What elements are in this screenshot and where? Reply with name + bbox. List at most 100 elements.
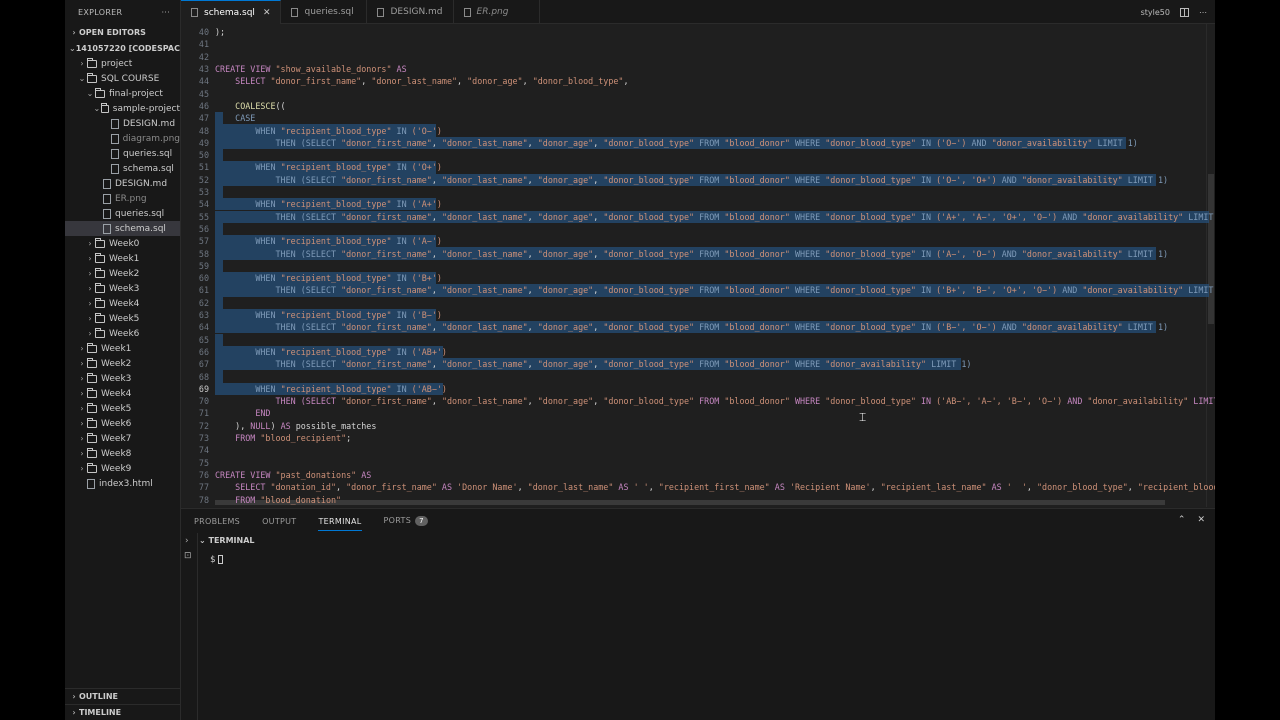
code-token: , xyxy=(593,248,604,259)
code-line[interactable]: 54 WHEN "recipient_blood_type" IN ('A+') xyxy=(181,198,1215,210)
code-line[interactable]: 64 THEN (SELECT "donor_first_name", "don… xyxy=(181,321,1215,333)
close-panel-icon[interactable]: ✕ xyxy=(1197,515,1205,525)
chevron-right-icon[interactable]: › xyxy=(185,536,189,546)
tree-folder[interactable]: › Week1 xyxy=(65,251,180,266)
code-line[interactable]: 60 WHEN "recipient_blood_type" IN ('B+') xyxy=(181,272,1215,284)
outline-section[interactable]: › OUTLINE xyxy=(65,688,180,704)
tree-folder[interactable]: › Week1 xyxy=(65,341,180,356)
tree-file[interactable]: queries.sql xyxy=(65,206,180,221)
editor-tab[interactable]: schema.sql ✕ xyxy=(181,0,282,24)
tree-folder[interactable]: › Week7 xyxy=(65,431,180,446)
maximize-panel-icon[interactable]: ⌃ xyxy=(1178,515,1186,525)
code-line[interactable]: 55 THEN (SELECT "donor_first_name", "don… xyxy=(181,211,1215,223)
code-line[interactable]: 62 xyxy=(181,297,1215,309)
editor-tab[interactable]: ER.png xyxy=(454,0,540,24)
tree-folder[interactable]: › Week9 xyxy=(65,461,180,476)
tree-folder[interactable]: ⌄ final-project xyxy=(65,86,180,101)
tree-file[interactable]: schema.sql xyxy=(65,161,180,176)
code-line[interactable]: 76 CREATE VIEW "past_donations" AS xyxy=(181,469,1215,481)
more-actions-icon[interactable]: ⋯ xyxy=(1199,8,1207,17)
code-line[interactable]: 48 WHEN "recipient_blood_type" IN ('O−') xyxy=(181,124,1215,136)
code-line[interactable]: 68 xyxy=(181,370,1215,382)
code-token: "donor_first_name" xyxy=(341,359,432,370)
code-line[interactable]: 56 xyxy=(181,223,1215,235)
code-line[interactable]: 61 THEN (SELECT "donor_first_name", "don… xyxy=(181,284,1215,296)
code-line[interactable]: 66 WHEN "recipient_blood_type" IN ('AB+'… xyxy=(181,346,1215,358)
tree-folder[interactable]: › Week0 xyxy=(65,236,180,251)
close-tab-icon[interactable]: ✕ xyxy=(263,8,271,18)
code-line[interactable]: 43 CREATE VIEW "show_available_donors" AS xyxy=(181,63,1215,75)
code-line[interactable]: 77 SELECT "donation_id", "donor_first_na… xyxy=(181,481,1215,493)
tree-folder[interactable]: › Week4 xyxy=(65,296,180,311)
tree-folder[interactable]: › Week5 xyxy=(65,311,180,326)
code-line[interactable]: 59 xyxy=(181,260,1215,272)
panel-tab[interactable]: PORTS 7 xyxy=(384,516,428,526)
code-line[interactable]: 41 xyxy=(181,38,1215,50)
code-line[interactable]: 74 xyxy=(181,444,1215,456)
workspace-section[interactable]: ⌄ 141057220 [CODESPAC... xyxy=(65,40,180,56)
code-line[interactable]: 42 xyxy=(181,51,1215,63)
timeline-section[interactable]: › TIMELINE xyxy=(65,704,180,720)
tree-folder[interactable]: › Week6 xyxy=(65,326,180,341)
code-line[interactable]: 73 FROM "blood_recipient"; xyxy=(181,432,1215,444)
tree-file[interactable]: queries.sql xyxy=(65,146,180,161)
code-line[interactable]: 47 CASE xyxy=(181,112,1215,124)
tree-folder[interactable]: › Week5 xyxy=(65,401,180,416)
code-line[interactable]: 65 xyxy=(181,334,1215,346)
code-line[interactable]: 50 xyxy=(181,149,1215,161)
tree-file[interactable]: diagram.png xyxy=(65,131,180,146)
code-editor[interactable]: 40); 41 42 43 CREATE VIEW "show_available_do… xyxy=(181,24,1215,507)
panel-tab[interactable]: TERMINAL xyxy=(318,517,362,531)
code-line[interactable]: 45 xyxy=(181,88,1215,100)
code-line[interactable]: 75 xyxy=(181,457,1215,469)
tree-folder[interactable]: › Week2 xyxy=(65,356,180,371)
code-line[interactable]: 63 WHEN "recipient_blood_type" IN ('B−') xyxy=(181,309,1215,321)
tree-file[interactable]: ER.png xyxy=(65,191,180,206)
code-line[interactable]: 71 END xyxy=(181,407,1215,419)
panel-tab[interactable]: OUTPUT xyxy=(262,517,296,526)
code-token: SELECT xyxy=(305,359,342,370)
code-line[interactable]: 53 xyxy=(181,186,1215,198)
tree-folder[interactable]: › Week6 xyxy=(65,416,180,431)
code-line[interactable]: 44 SELECT "donor_first_name", "donor_las… xyxy=(181,75,1215,87)
more-actions-icon[interactable]: ··· xyxy=(161,8,170,17)
code-token: "donor_last_name" xyxy=(441,285,528,296)
code-line[interactable]: 51 WHEN "recipient_blood_type" IN ('O+') xyxy=(181,161,1215,173)
code-line[interactable]: 58 THEN (SELECT "donor_first_name", "don… xyxy=(181,247,1215,259)
tree-folder[interactable]: ⌄ SQL COURSE xyxy=(65,71,180,86)
tree-file[interactable]: index3.html xyxy=(65,476,180,491)
style50-button[interactable]: style50 xyxy=(1141,8,1170,17)
panel-tab[interactable]: PROBLEMS xyxy=(194,517,240,526)
code-line[interactable]: 46 COALESCE(( xyxy=(181,100,1215,112)
tree-file[interactable]: schema.sql xyxy=(65,221,180,236)
code-line[interactable]: 72 ), NULL) AS possible_matches xyxy=(181,420,1215,432)
terminal-group-header[interactable]: ⌄ TERMINAL xyxy=(199,536,255,545)
tree-file[interactable]: DESIGN.md xyxy=(65,116,180,131)
tree-folder[interactable]: › Week3 xyxy=(65,371,180,386)
tree-folder[interactable]: › Week3 xyxy=(65,281,180,296)
editor-tab[interactable]: queries.sql xyxy=(281,0,368,24)
code-line[interactable]: 57 WHEN "recipient_blood_type" IN ('A−') xyxy=(181,235,1215,247)
tree-file[interactable]: DESIGN.md xyxy=(65,176,180,191)
code-line[interactable]: 70 THEN (SELECT "donor_first_name", "don… xyxy=(181,395,1215,407)
code-line[interactable]: 40); xyxy=(181,26,1215,38)
terminal-gutter: › ⊡ xyxy=(181,533,197,720)
file-icon xyxy=(103,178,111,189)
tree-folder[interactable]: › project xyxy=(65,56,180,71)
code-line[interactable]: 69 WHEN "recipient_blood_type" IN ('AB−'… xyxy=(181,383,1215,395)
chevron-right-icon: › xyxy=(88,254,92,263)
code-token: SELECT xyxy=(235,482,271,493)
code-line[interactable]: 52 THEN (SELECT "donor_first_name", "don… xyxy=(181,174,1215,186)
code-line[interactable]: 78 FROM "blood_donation" xyxy=(181,493,1215,505)
code-line[interactable]: 67 THEN (SELECT "donor_first_name", "don… xyxy=(181,358,1215,370)
tree-folder[interactable]: › Week2 xyxy=(65,266,180,281)
terminal-icon[interactable]: ⊡ xyxy=(184,551,192,561)
tree-folder[interactable]: › Week4 xyxy=(65,386,180,401)
terminal-prompt-line[interactable]: $ xyxy=(210,555,224,565)
tree-folder[interactable]: ⌄ sample-project xyxy=(65,101,180,116)
open-editors-section[interactable]: › OPEN EDITORS xyxy=(65,24,180,40)
split-editor-icon[interactable] xyxy=(1180,7,1189,17)
code-line[interactable]: 49 THEN (SELECT "donor_first_name", "don… xyxy=(181,137,1215,149)
editor-tab[interactable]: DESIGN.md xyxy=(367,0,454,24)
tree-folder[interactable]: › Week8 xyxy=(65,446,180,461)
